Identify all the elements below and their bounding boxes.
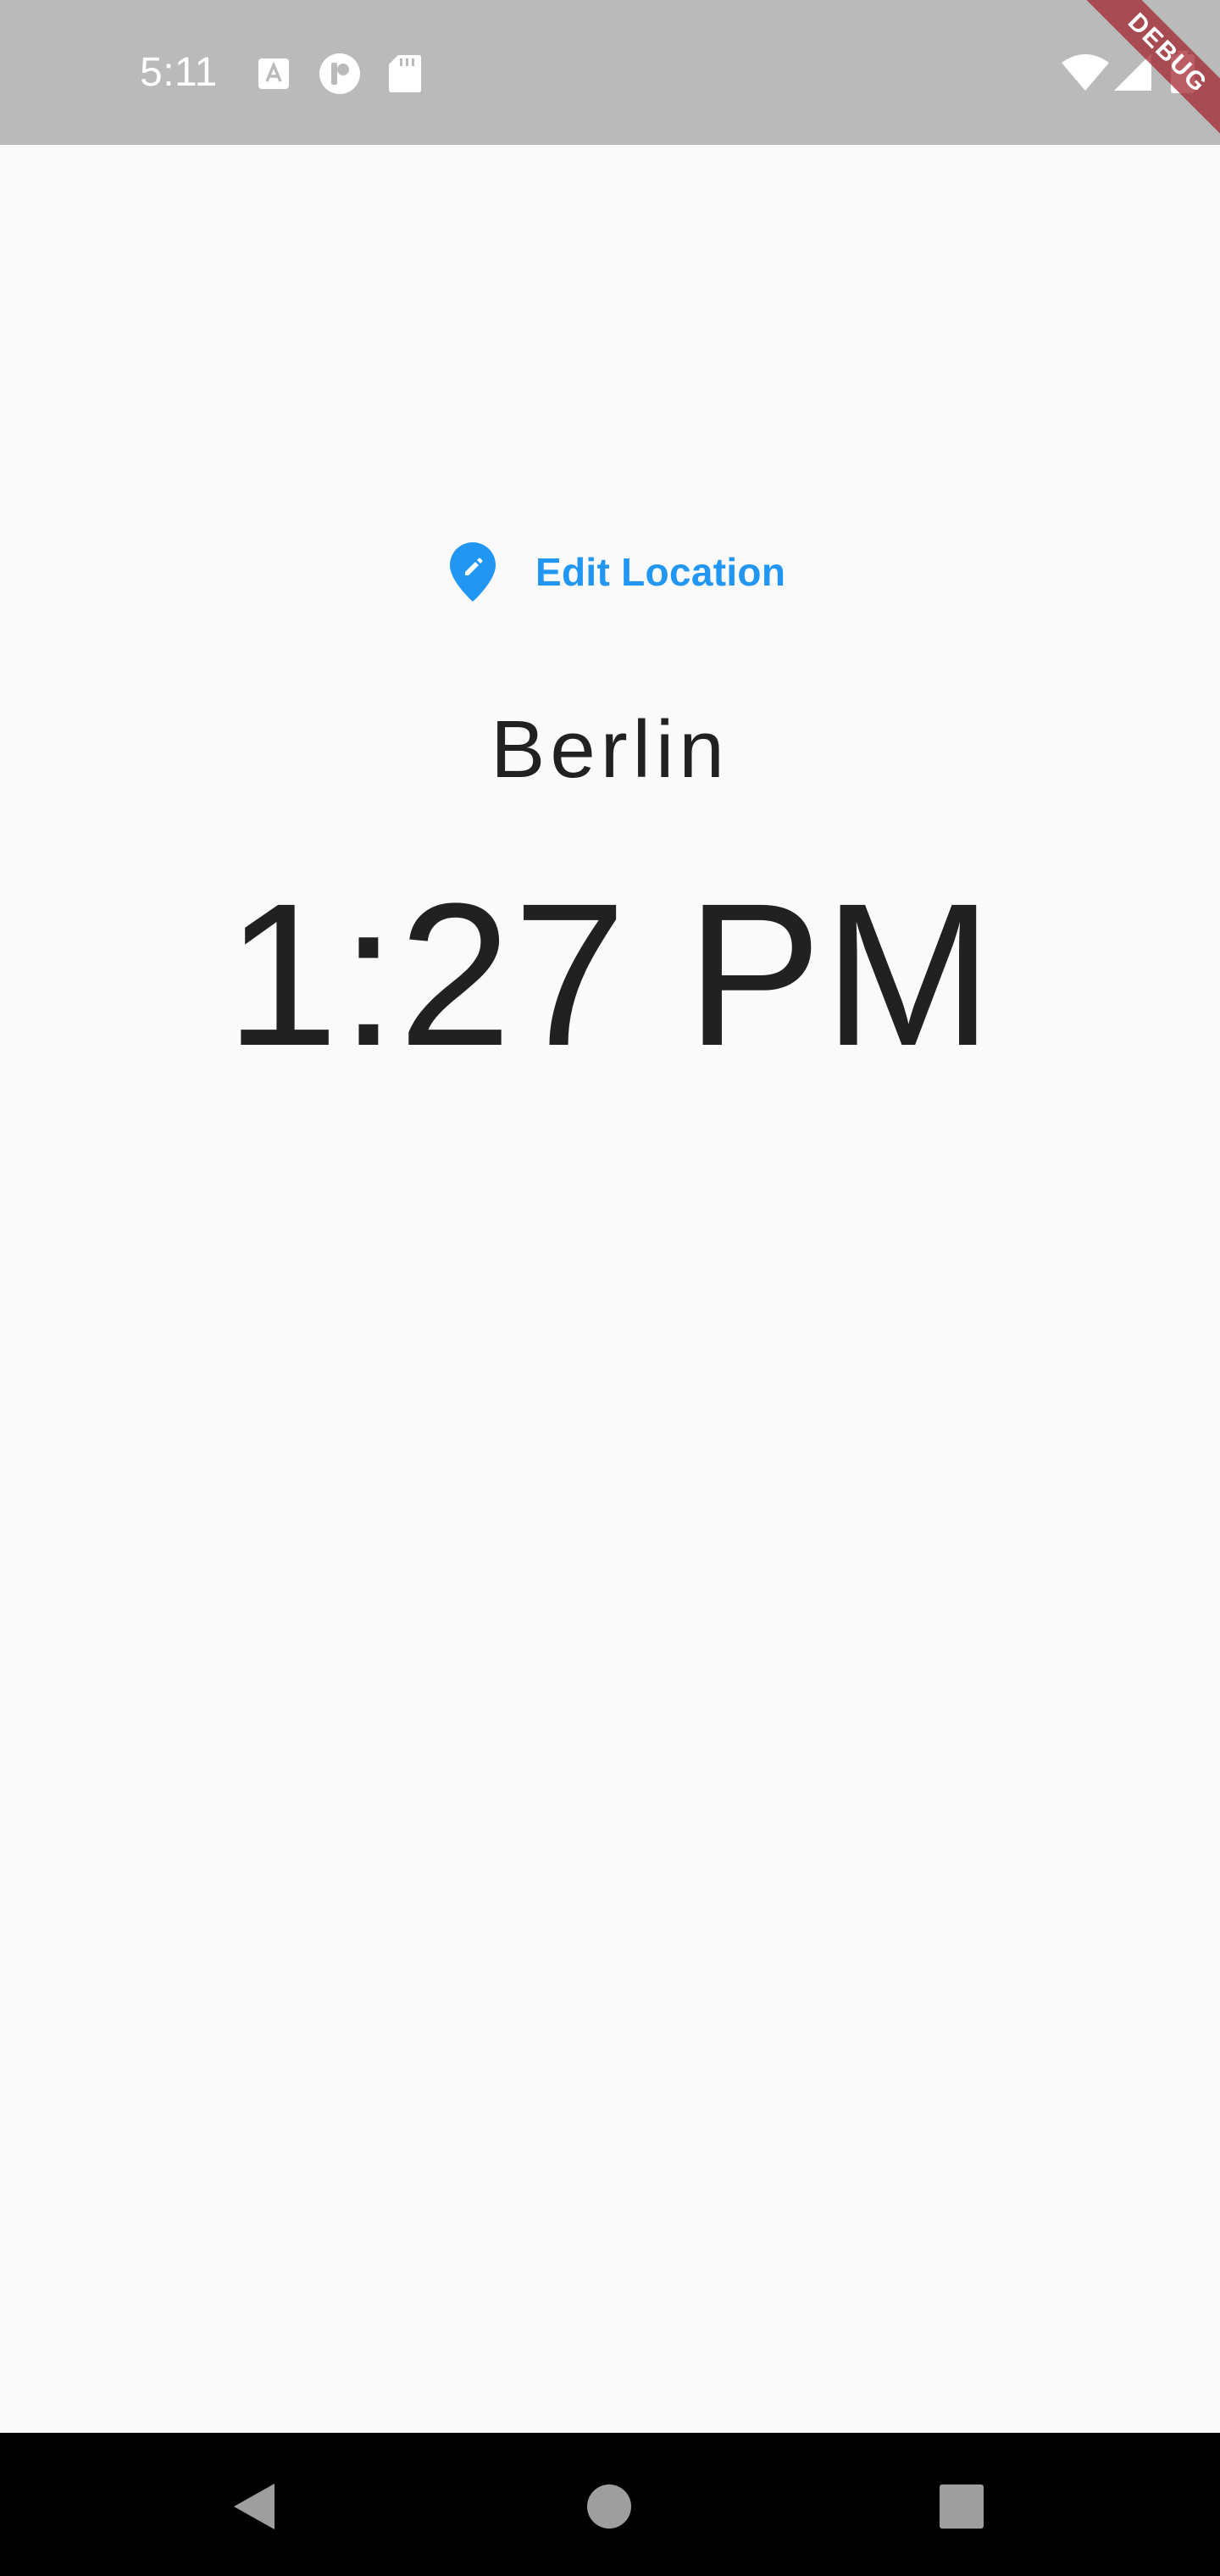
edit-location-pin-icon <box>450 542 496 602</box>
local-time: 1:27 PM <box>225 861 995 1088</box>
app-screen: 5:11 DEBUG Edit Location Berlin 1:27 PM <box>0 0 1220 2576</box>
edit-location-label: Edit Location <box>535 550 786 594</box>
navigation-bar <box>0 2433 1220 2576</box>
status-time: 5:11 <box>140 50 218 95</box>
wifi-icon <box>1062 54 1109 91</box>
circle-app-notification-icon <box>319 53 360 94</box>
font-notification-icon <box>258 58 289 89</box>
battery-icon <box>1171 51 1195 93</box>
home-icon[interactable] <box>586 2484 632 2529</box>
edit-location-button[interactable]: Edit Location <box>441 534 794 610</box>
status-bar: 5:11 <box>0 0 1220 145</box>
recents-icon[interactable] <box>939 2484 984 2529</box>
sd-card-icon <box>389 55 421 92</box>
city-name: Berlin <box>491 704 729 795</box>
cell-signal-icon <box>1114 53 1151 91</box>
back-icon[interactable] <box>232 2482 276 2531</box>
